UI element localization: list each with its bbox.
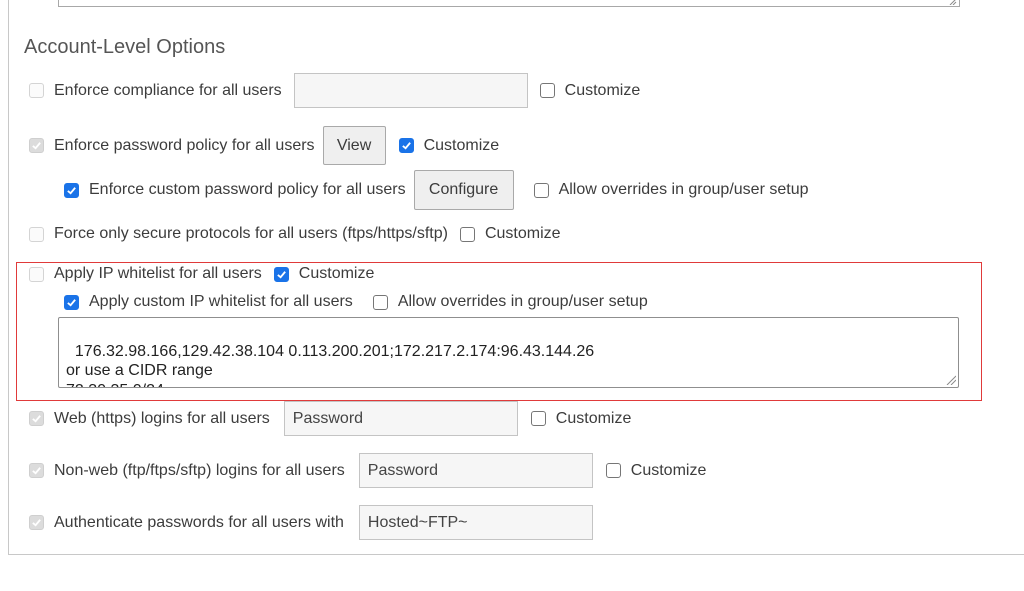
nonweb-logins-field[interactable]: Password — [358, 453, 593, 488]
password-policy-customize-label: Customize — [423, 136, 500, 154]
authenticate-checkbox[interactable] — [29, 515, 44, 530]
nonweb-logins-customize-label: Customize — [630, 461, 707, 479]
web-logins-checkbox[interactable] — [29, 411, 44, 426]
web-logins-field[interactable]: Password — [283, 401, 518, 436]
ip-overrides-checkbox[interactable] — [372, 294, 388, 310]
custom-ip-whitelist-checkbox[interactable] — [64, 294, 79, 310]
ip-whitelist-customize-checkbox[interactable] — [273, 266, 289, 282]
web-logins-customize-checkbox[interactable] — [530, 411, 546, 426]
ip-whitelist-checkbox[interactable] — [29, 266, 44, 282]
password-policy-customize-checkbox[interactable] — [398, 138, 414, 153]
secure-protocols-customize-checkbox[interactable] — [459, 226, 475, 242]
authenticate-label: Authenticate passwords for all users wit… — [54, 513, 344, 531]
ip-whitelist-textarea[interactable]: 176.32.98.166,129.42.38.104 0.113.200.20… — [58, 317, 959, 388]
configure-button[interactable]: Configure — [413, 170, 514, 210]
authenticate-field[interactable]: Hosted~FTP~ — [358, 505, 593, 540]
nonweb-logins-checkbox[interactable] — [29, 463, 44, 478]
password-overrides-label: Allow overrides in group/user setup — [558, 181, 809, 198]
resize-grip-icon[interactable] — [944, 373, 956, 385]
view-button[interactable]: View — [322, 126, 386, 165]
previous-textarea[interactable] — [58, 0, 960, 7]
compliance-label: Enforce compliance for all users — [54, 81, 282, 99]
web-logins-label: Web (https) logins for all users — [54, 409, 270, 427]
secure-protocols-label: Force only secure protocols for all user… — [54, 225, 448, 242]
compliance-field[interactable] — [293, 73, 528, 108]
password-policy-checkbox[interactable] — [29, 138, 44, 153]
ip-overrides-label: Allow overrides in group/user setup — [397, 293, 648, 310]
web-logins-customize-label: Customize — [555, 409, 632, 427]
password-policy-label: Enforce password policy for all users — [54, 136, 315, 154]
custom-password-policy-checkbox[interactable] — [64, 182, 79, 198]
password-overrides-checkbox[interactable] — [533, 182, 549, 198]
compliance-customize-label: Customize — [564, 81, 641, 99]
ip-whitelist-text: 176.32.98.166,129.42.38.104 0.113.200.20… — [66, 342, 595, 388]
custom-password-policy-label: Enforce custom password policy for all u… — [89, 181, 406, 198]
ip-whitelist-label: Apply IP whitelist for all users — [54, 265, 262, 282]
secure-protocols-checkbox[interactable] — [29, 226, 44, 242]
resize-grip-icon[interactable] — [947, 0, 957, 5]
secure-protocols-customize-label: Customize — [484, 225, 561, 242]
compliance-checkbox[interactable] — [29, 83, 44, 98]
nonweb-logins-customize-checkbox[interactable] — [605, 463, 621, 478]
compliance-customize-checkbox[interactable] — [539, 83, 555, 98]
ip-whitelist-customize-label: Customize — [298, 265, 375, 282]
custom-ip-whitelist-label: Apply custom IP whitelist for all users — [89, 293, 353, 310]
section-title: Account-Level Options — [24, 36, 226, 58]
nonweb-logins-label: Non-web (ftp/ftps/sftp) logins for all u… — [54, 461, 345, 479]
